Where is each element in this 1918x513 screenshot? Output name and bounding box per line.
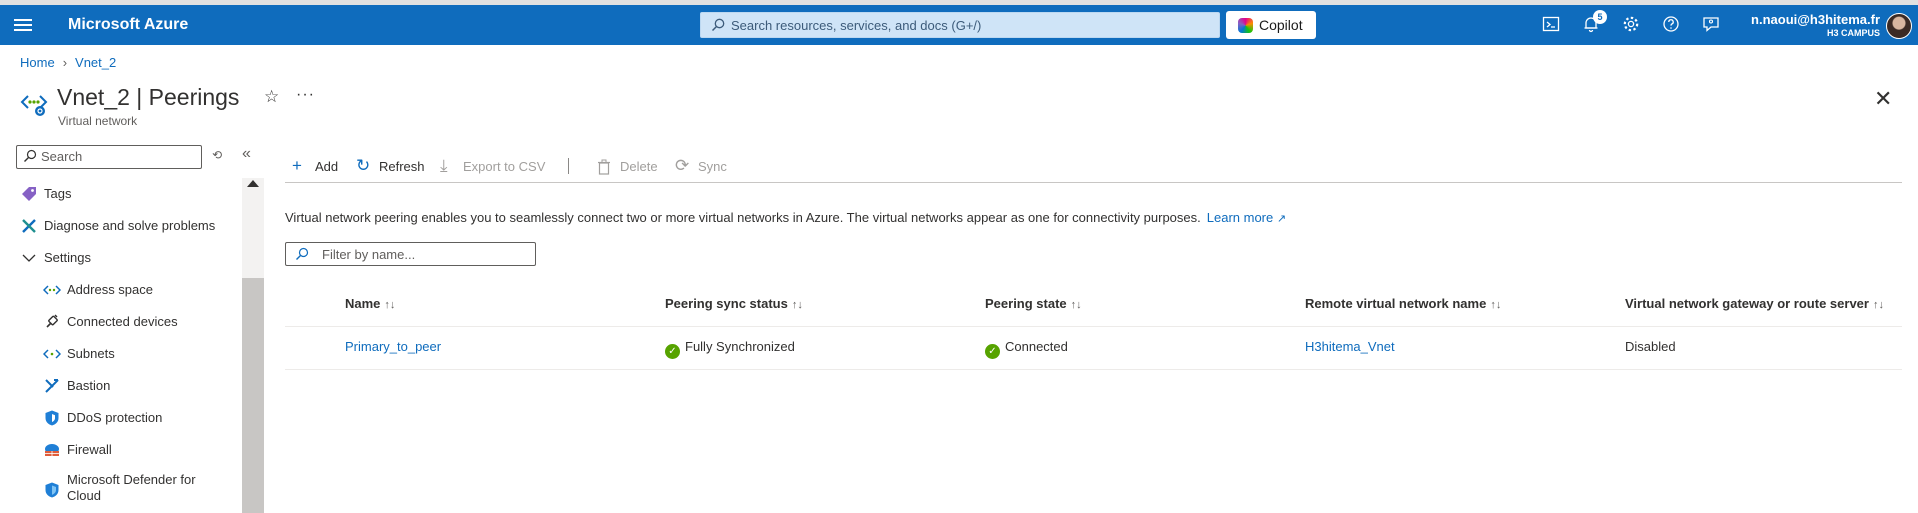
- top-navigation-bar: Microsoft Azure Search resources, servic…: [0, 5, 1918, 45]
- search-icon: [711, 18, 725, 32]
- address-space-icon: [43, 285, 61, 295]
- account-email: n.naoui@h3hitema.fr: [1751, 12, 1880, 27]
- sidebar-search-placeholder: Search: [41, 149, 83, 164]
- global-search-placeholder: Search resources, services, and docs (G+…: [731, 18, 982, 33]
- sidebar-scroll-thumb[interactable]: [242, 278, 264, 513]
- toolbar-divider-line: [285, 182, 1902, 183]
- subnet-icon: [43, 349, 61, 359]
- favorite-star-icon[interactable]: ☆: [264, 87, 279, 107]
- firewall-icon: [45, 444, 59, 456]
- tag-icon: [22, 187, 36, 201]
- refresh-icon: ↻: [356, 156, 371, 175]
- peering-description: Virtual network peering enables you to s…: [285, 210, 1286, 225]
- description-text: Virtual network peering enables you to s…: [285, 210, 1201, 225]
- chevron-down-icon: [22, 254, 36, 262]
- sync-status-cell: ✓ Fully Synchronized: [665, 339, 795, 359]
- table-header-divider: [285, 326, 1902, 327]
- sidebar-item-label: Bastion: [67, 378, 111, 393]
- column-header-name[interactable]: Name ↑↓: [345, 296, 395, 311]
- gateway-cell: Disabled: [1625, 339, 1676, 354]
- copilot-icon: [1238, 18, 1253, 33]
- copilot-button[interactable]: Copilot: [1226, 11, 1316, 39]
- remote-vnet-link[interactable]: H3hitema_Vnet: [1305, 339, 1395, 354]
- learn-more-link[interactable]: Learn more ↗: [1207, 210, 1286, 225]
- breadcrumb-home-link[interactable]: Home: [20, 55, 55, 70]
- column-header-sync-status[interactable]: Peering sync status ↑↓: [665, 296, 803, 311]
- external-link-icon: ↗: [1276, 213, 1287, 225]
- shield-icon: [45, 410, 59, 426]
- sidebar-refresh-icon[interactable]: ⟲: [212, 148, 222, 162]
- sidebar-search-input[interactable]: Search: [16, 145, 202, 169]
- filter-placeholder: Filter by name...: [322, 247, 416, 262]
- breadcrumb: Home › Vnet_2: [20, 55, 116, 70]
- table-row-divider: [285, 369, 1902, 370]
- column-header-gateway[interactable]: Virtual network gateway or route server ↑…: [1625, 296, 1884, 311]
- peering-name-link[interactable]: Primary_to_peer: [345, 339, 441, 354]
- bastion-icon: [45, 379, 59, 393]
- sidebar-item-label: DDoS protection: [67, 410, 163, 425]
- search-icon: [296, 247, 309, 260]
- scroll-up-arrow-icon[interactable]: [247, 180, 259, 187]
- global-search-input[interactable]: Search resources, services, and docs (G+…: [700, 12, 1220, 38]
- close-blade-icon[interactable]: ✕: [1874, 86, 1892, 112]
- help-icon[interactable]: [1662, 15, 1682, 35]
- sync-icon: ⟳: [675, 156, 690, 175]
- sort-icon: ↑↓: [384, 299, 396, 311]
- toolbar-divider: [568, 158, 569, 174]
- defender-icon: [45, 482, 59, 498]
- success-check-icon: ✓: [665, 344, 680, 359]
- sidebar-item-label: Firewall: [67, 442, 112, 457]
- column-header-peering-state[interactable]: Peering state ↑↓: [985, 296, 1082, 311]
- breadcrumb-vnet-link[interactable]: Vnet_2: [75, 55, 116, 70]
- account-menu[interactable]: n.naoui@h3hitema.fr H3 CAMPUS: [1751, 12, 1880, 38]
- column-header-remote-vnet[interactable]: Remote virtual network name ↑↓: [1305, 296, 1501, 311]
- collapse-sidebar-icon[interactable]: «: [242, 145, 251, 163]
- download-icon: ⤓: [440, 156, 448, 175]
- account-org: H3 CAMPUS: [1826, 28, 1880, 38]
- portal-menu-button[interactable]: [14, 16, 32, 34]
- cloud-shell-icon[interactable]: [1542, 15, 1562, 35]
- filter-by-name-input[interactable]: Filter by name...: [285, 242, 536, 266]
- sidebar-item-label: Settings: [44, 250, 91, 265]
- avatar[interactable]: [1886, 13, 1912, 39]
- wrench-icon: [22, 219, 36, 233]
- breadcrumb-separator-icon: ›: [62, 55, 68, 70]
- plug-icon: [46, 314, 58, 328]
- sort-icon: ↑↓: [1490, 299, 1502, 311]
- sidebar-item-label: Subnets: [67, 346, 115, 361]
- delete-button[interactable]: Delete: [597, 157, 667, 177]
- export-csv-button[interactable]: ⤓ Export to CSV: [440, 157, 550, 177]
- sidebar-item-defender[interactable]: Microsoft Defender for Cloud: [43, 472, 233, 508]
- add-button[interactable]: + Add: [292, 157, 352, 177]
- sidebar-item-label: Tags: [44, 186, 72, 201]
- sync-button[interactable]: ⟳ Sync: [675, 157, 735, 177]
- sidebar-item-label: Address space: [67, 282, 153, 297]
- brand-title[interactable]: Microsoft Azure: [68, 16, 188, 34]
- sidebar-item-label: Diagnose and solve problems: [44, 218, 216, 233]
- success-check-icon: ✓: [985, 344, 1000, 359]
- trash-icon: [598, 159, 610, 175]
- peering-state-cell: ✓ Connected: [985, 339, 1068, 359]
- sort-icon: ↑↓: [1070, 299, 1082, 311]
- plus-icon: +: [292, 156, 302, 175]
- refresh-button[interactable]: ↻ Refresh: [356, 157, 446, 177]
- feedback-icon[interactable]: [1702, 15, 1722, 35]
- search-icon: [24, 149, 37, 162]
- more-actions-icon[interactable]: ···: [296, 86, 315, 104]
- settings-gear-icon[interactable]: [1622, 15, 1642, 35]
- sidebar-item-label: Connected devices: [67, 314, 178, 329]
- notification-count-badge: 5: [1593, 10, 1607, 24]
- copilot-label: Copilot: [1259, 17, 1303, 33]
- notifications-icon[interactable]: 5: [1582, 10, 1607, 35]
- sort-icon: ↑↓: [791, 299, 803, 311]
- sidebar-item-label: Microsoft Defender for Cloud: [67, 472, 196, 503]
- page-title: Vnet_2 | Peerings: [57, 84, 240, 110]
- sort-icon: ↑↓: [1872, 299, 1884, 311]
- virtual-network-icon: [20, 95, 48, 116]
- page-subtitle: Virtual network: [58, 114, 138, 128]
